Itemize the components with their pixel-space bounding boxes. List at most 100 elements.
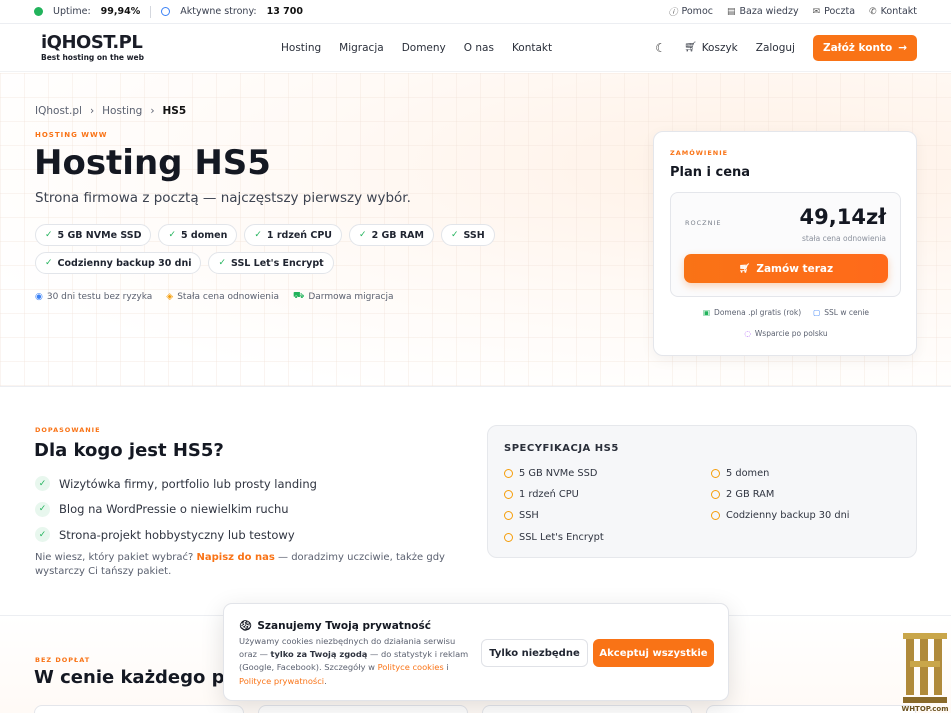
billing-period: ROCZNIE [685, 219, 722, 227]
book-icon: ▤ [726, 6, 736, 17]
included-title: W cenie każdego pak [34, 667, 249, 688]
check-circle-icon [504, 532, 513, 542]
dark-mode-toggle-icon[interactable]: ☾ [655, 41, 666, 55]
check-icon: ✓ [218, 258, 227, 268]
spec-item: Codzienny backup 30 dni [711, 509, 901, 524]
help-icon: ⓘ [668, 8, 678, 18]
logo-tagline: Best hosting on the web [41, 52, 145, 62]
spec-item: SSL Let's Encrypt [504, 530, 711, 545]
status-dot-icon [34, 7, 43, 16]
included-cards [34, 705, 916, 713]
order-card-title: Plan i cena [670, 165, 751, 180]
cookie-title: 🍪︎ Szanujemy Twoją prywatność [239, 619, 431, 633]
chevron-right-icon: › [89, 105, 95, 117]
check-icon: ✓ [35, 501, 50, 517]
feature-chips: ✓ 5 GB NVMe SSD ✓ 5 domen ✓ 1 rdzeń CPU ✓ 2 … [35, 224, 625, 274]
feature-chip: ✓ 5 GB NVMe SSD [35, 224, 152, 246]
spec-item: 5 GB NVMe SSD [504, 466, 711, 481]
nav-menu: Hosting Migracja Domeny O nas Kontakt [281, 42, 552, 54]
cart-button[interactable]: 🛒︎ Koszyk [684, 42, 738, 54]
feature-chip: ✓ 2 GB RAM [349, 224, 434, 246]
breadcrumb-hosting[interactable]: Hosting [102, 105, 142, 117]
price-value: 49,14zł [799, 205, 886, 229]
lock-icon: ▢ [813, 308, 821, 317]
fit-list: ✓ Wizytówka firmy, portfolio lub prosty l… [35, 471, 317, 548]
feature-chip: ✓ SSL Let's Encrypt [208, 252, 334, 274]
help-link[interactable]: ⓘ Pomoc [668, 5, 713, 18]
globe-icon [161, 7, 171, 16]
nav-item-migration[interactable]: Migracja [339, 42, 384, 54]
spec-title: SPECYFIKACJA HS5 [504, 443, 619, 454]
nav-item-domains[interactable]: Domeny [402, 42, 446, 54]
included-eyebrow: BEZ DOPŁAT [35, 656, 91, 664]
order-card-features: ◌ Wsparcie po polsku [654, 329, 918, 338]
order-card: ZAMÓWIENIE Plan i cena ROCZNIE 49,14zł s… [653, 131, 917, 356]
uptime-value: 99,94% [100, 6, 141, 17]
feature-item: ▢ SSL w cenie [813, 308, 870, 317]
check-icon: ✓ [254, 230, 262, 240]
truck-icon: ⛟ [293, 291, 305, 301]
spec-grid: 5 GB NVMe SSD 5 domen 1 rdzeń CPU 2 GB R… [504, 466, 904, 545]
check-circle-icon [711, 511, 720, 521]
breadcrumb-current: HS5 [162, 105, 187, 117]
watermark-label: WHTOP.com [901, 705, 948, 713]
nav-item-contact[interactable]: Kontakt [512, 42, 552, 54]
check-circle-icon [504, 511, 513, 521]
nav-item-about[interactable]: O nas [464, 42, 494, 54]
nav-item-hosting[interactable]: Hosting [281, 42, 321, 54]
check-icon: ✓ [35, 527, 50, 543]
check-circle-icon [711, 468, 720, 478]
privacy-policy-link[interactable]: Polityce prywatności [239, 676, 324, 686]
order-now-button[interactable]: 🛒︎ Zamów teraz [684, 254, 888, 283]
order-card-eyebrow: ZAMÓWIENIE [670, 149, 729, 157]
logo-text: iQHOST.PL [41, 31, 143, 53]
spec-item: 5 domen [711, 466, 901, 481]
mail-link[interactable]: ✉ Poczta [813, 5, 856, 18]
logo[interactable]: iQHOST.PL Best hosting on the web [41, 31, 241, 62]
whtop-watermark-logo: WHTOP.com [901, 633, 949, 713]
contact-link[interactable]: ✆ Kontakt [869, 5, 917, 18]
feature-chip: ✓ SSH [440, 224, 495, 246]
spec-item: 2 GB RAM [711, 487, 901, 502]
price-note: stała cena odnowienia [802, 234, 886, 243]
gift-icon: ▣ [702, 308, 711, 317]
hero-eyebrow: HOSTING WWW [35, 131, 108, 139]
check-icon: ✓ [359, 230, 367, 240]
fit-title: Dla kogo jest HS5? [34, 440, 224, 461]
list-item: ✓ Blog na WordPressie o niewielkim ruchu [35, 497, 317, 523]
feature-chip: ✓ 5 domen [158, 224, 238, 246]
shield-icon: ◉ [35, 291, 43, 302]
breadcrumb-home[interactable]: IQhost.pl [35, 105, 82, 117]
signup-button[interactable]: Załóż konto → [812, 34, 917, 61]
divider [150, 5, 152, 18]
feature-chip: ✓ Codzienny backup 30 dni [35, 252, 202, 274]
price-box: ROCZNIE 49,14zł stała cena odnowienia 🛒︎… [670, 192, 901, 297]
login-link[interactable]: Zaloguj [756, 42, 795, 54]
accept-all-button[interactable]: Akceptuj wszystkie [593, 639, 714, 667]
cookie-policy-link[interactable]: Polityce cookies [378, 662, 444, 672]
fit-eyebrow: DOPASOWANIE [35, 426, 101, 434]
phone-icon: ✆ [869, 6, 877, 17]
check-icon: ✓ [45, 230, 53, 240]
only-necessary-button[interactable]: Tylko niezbędne [481, 639, 588, 667]
mail-icon: ✉ [812, 6, 821, 17]
main-nav: iQHOST.PL Best hosting on the web Hostin… [0, 24, 951, 72]
page-title: Hosting HS5 [34, 143, 271, 183]
feature-item: ◌ Wsparcie po polsku [744, 329, 828, 338]
hero-section: IQhost.pl › Hosting › HS5 HOSTING WWW Ho… [0, 73, 951, 387]
check-icon: ✓ [35, 476, 50, 492]
help-text: Nie wiesz, który pakiet wybrać? Napisz d… [35, 552, 445, 577]
knowledge-base-link[interactable]: ▤ Baza wiedzy [727, 5, 799, 18]
spec-item: SSH [504, 509, 711, 524]
top-bar: Uptime: 99,94% Aktywne strony: 13 700 ⓘ P… [0, 0, 951, 24]
perk-item: ⛟ Darmowa migracja [293, 291, 394, 302]
cookie-banner: 🍪︎ Szanujemy Twoją prywatność Używamy co… [223, 603, 729, 701]
spec-panel: SPECYFIKACJA HS5 5 GB NVMe SSD 5 domen 1… [487, 425, 917, 558]
breadcrumb: IQhost.pl › Hosting › HS5 [35, 105, 186, 117]
hero-perks: ◉ 30 dni testu bez ryzyka ◈ Stała cena odn… [35, 291, 394, 302]
spec-item: 1 rdzeń CPU [504, 487, 711, 502]
contact-us-link[interactable]: Napisz do nas [197, 552, 275, 563]
check-icon: ✓ [45, 258, 53, 268]
list-item: ✓ Wizytówka firmy, portfolio lub prosty l… [35, 471, 317, 497]
perk-item: ◈ Stała cena odnowienia [166, 291, 280, 302]
